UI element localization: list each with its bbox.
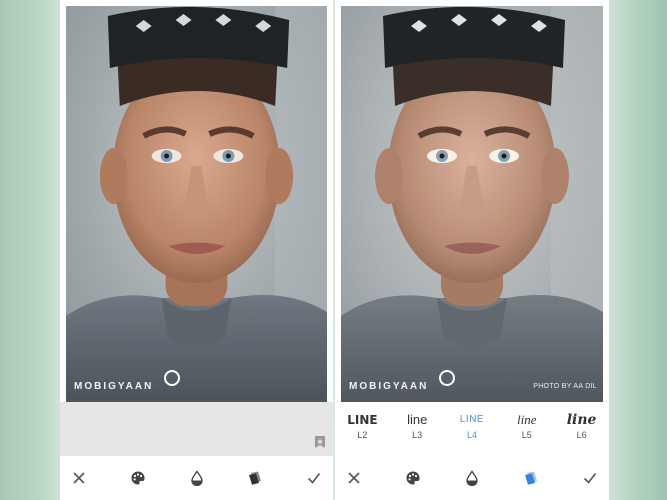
close-icon[interactable]	[343, 467, 365, 489]
photo-preview-edited: MOBIGYAAN PHOTO BY AA DIL	[341, 6, 603, 402]
circle-marker-icon	[164, 370, 180, 386]
style-option-l3[interactable]: line L3	[395, 404, 439, 456]
palette-icon[interactable]	[402, 467, 424, 489]
style-preview: LINE	[459, 414, 485, 425]
layers-icon[interactable]	[520, 467, 542, 489]
photo-credit: PHOTO BY AA DIL	[533, 383, 597, 390]
style-options-row: LINE L2 line L3 LINE L4 line L5 line L6	[335, 404, 609, 456]
bookmark-star-icon[interactable]	[315, 436, 325, 448]
empty-tool-panel	[60, 402, 333, 456]
style-option-l2[interactable]: LINE L2	[340, 404, 384, 456]
drop-icon[interactable]	[186, 467, 208, 489]
photo-preview-original: MOBIGYAAN	[66, 6, 327, 402]
check-icon[interactable]	[303, 467, 325, 489]
style-option-l4[interactable]: LINE L4	[450, 404, 494, 456]
style-code: L5	[521, 430, 532, 440]
circle-marker-icon	[439, 370, 455, 386]
style-code: L2	[357, 430, 368, 440]
close-icon[interactable]	[68, 467, 90, 489]
watermark-text: MOBIGYAAN	[74, 381, 154, 392]
style-code: L6	[576, 430, 587, 440]
palette-icon[interactable]	[127, 467, 149, 489]
style-option-l6[interactable]: line L6	[560, 404, 604, 456]
style-code: L3	[412, 430, 423, 440]
right-phone-screen: MOBIGYAAN PHOTO BY AA DIL LINE L2 line L…	[335, 0, 609, 500]
portrait-photo	[341, 6, 603, 402]
layers-icon[interactable]	[244, 467, 266, 489]
style-preview: LINE	[347, 413, 378, 427]
portrait-photo	[66, 6, 327, 402]
check-icon[interactable]	[579, 467, 601, 489]
watermark-text: MOBIGYAAN	[349, 381, 429, 392]
bottom-toolbar	[60, 456, 333, 500]
bottom-toolbar	[335, 456, 609, 500]
left-phone-screen: MOBIGYAAN	[60, 0, 333, 500]
style-option-l5[interactable]: line L5	[505, 404, 549, 456]
style-preview: line	[517, 412, 537, 427]
style-preview: line	[566, 412, 597, 428]
drop-icon[interactable]	[461, 467, 483, 489]
style-preview: line	[407, 412, 428, 427]
style-code: L4	[466, 430, 477, 440]
